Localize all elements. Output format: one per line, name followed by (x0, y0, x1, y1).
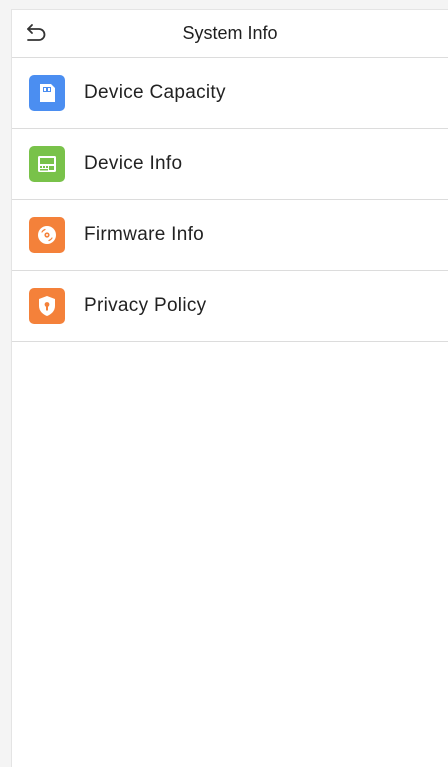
shield-lock-icon (29, 288, 65, 324)
menu-item-label: Firmware Info (84, 224, 205, 245)
device-icon (29, 146, 65, 182)
sd-card-icon (29, 75, 65, 111)
menu-item-device-capacity[interactable]: Device Capacity (12, 58, 448, 129)
disc-icon (29, 217, 65, 253)
menu-item-label: Device Capacity (84, 82, 226, 103)
menu-item-privacy-policy[interactable]: Privacy Policy (12, 271, 448, 342)
header-bar: System Info (12, 10, 448, 58)
menu-item-label: Privacy Policy (84, 295, 207, 316)
system-info-menu: Device Capacity Device Info Firmware Inf… (12, 58, 448, 342)
system-info-screen: System Info Device Capacity Device Info … (11, 9, 448, 767)
menu-item-firmware-info[interactable]: Firmware Info (12, 200, 448, 271)
page-title: System Info (182, 23, 278, 43)
menu-item-device-info[interactable]: Device Info (12, 129, 448, 200)
menu-item-label: Device Info (84, 153, 183, 174)
